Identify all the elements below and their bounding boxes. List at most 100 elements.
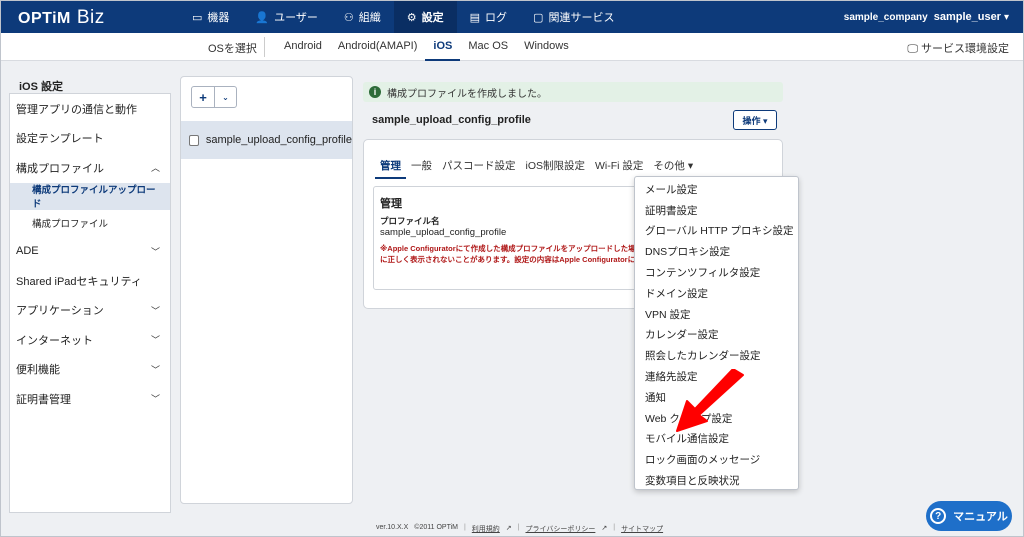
- menu-item-subscribed-calendar[interactable]: 照会したカレンダー設定: [635, 345, 798, 366]
- log-icon: ▤: [469, 11, 481, 24]
- chevron-up-icon: ︿: [150, 163, 160, 174]
- tab-management[interactable]: 管理: [375, 156, 406, 179]
- list-item[interactable]: sample_upload_config_profile: [181, 121, 352, 159]
- sidebar-item-app-communication[interactable]: 管理アプリの通信と動作: [10, 94, 170, 124]
- sidebar-item-profile-upload[interactable]: 構成プロファイルアップロード: [10, 182, 170, 210]
- profile-list-panel: + ⌄ sample_upload_config_profile: [180, 76, 353, 504]
- nav-devices[interactable]: ▭ 機器: [179, 1, 242, 33]
- external-link-icon: ↗: [601, 525, 608, 532]
- menu-item-mail[interactable]: メール設定: [635, 179, 798, 200]
- sidebar-title: iOS 設定: [19, 81, 64, 93]
- section-title: 管理: [380, 198, 402, 210]
- menu-item-lock-screen-message[interactable]: ロック画面のメッセージ: [635, 449, 798, 470]
- menu-item-calendar[interactable]: カレンダー設定: [635, 325, 798, 346]
- divider: |: [613, 524, 616, 531]
- add-menu-chevron-icon[interactable]: ⌄: [214, 87, 236, 107]
- sidebar-item-config-profiles[interactable]: 構成プロファイル ︿: [10, 153, 170, 183]
- menu-item-certificate[interactable]: 証明書設定: [635, 200, 798, 221]
- chevron-down-icon: ﹀: [150, 364, 160, 375]
- chevron-down-icon: ﹀: [150, 246, 160, 257]
- sitemap-link[interactable]: サイトマップ: [621, 524, 663, 534]
- menu-item-dns-proxy[interactable]: DNSプロキシ設定: [635, 241, 798, 262]
- nav-organization[interactable]: ⚇ 組織: [331, 1, 394, 33]
- nav-settings[interactable]: ⚙ 設定: [393, 1, 457, 33]
- version-text: ver.10.X.X: [376, 524, 409, 531]
- monitor-icon: 🖵: [907, 43, 921, 55]
- sidebar-item-shared-ipad[interactable]: Shared iPadセキュリティ: [10, 266, 170, 296]
- warning-text: ※Apple Configuratorにて作成した構成プロファイルをアップロード…: [380, 244, 644, 253]
- tab-passcode[interactable]: パスコード設定: [437, 156, 521, 179]
- privacy-link[interactable]: プライバシーポリシー: [526, 524, 596, 534]
- info-icon: i: [369, 86, 381, 98]
- divider: |: [517, 524, 520, 531]
- warning-text: に正しく表示されないことがあります。設定の内容はApple Configurat…: [380, 255, 643, 264]
- service-label: サービス環境設定: [921, 43, 1009, 55]
- logo-sub: Biz: [76, 7, 105, 28]
- gear-icon: ⚙: [406, 11, 417, 24]
- org-icon: ⚇: [343, 11, 354, 24]
- copyright-text: ©2011 OPTiM: [414, 524, 458, 531]
- menu-item-domain[interactable]: ドメイン設定: [635, 283, 798, 304]
- add-button[interactable]: +: [192, 87, 214, 107]
- device-icon: ▭: [192, 11, 203, 24]
- tab-general[interactable]: 一般: [406, 156, 437, 179]
- menu-item-variables[interactable]: 変数項目と反映状況: [635, 470, 798, 491]
- tab-macos[interactable]: Mac OS: [460, 33, 516, 61]
- sidebar-item-label: 設定テンプレート: [16, 133, 104, 146]
- nav-label: 設定: [421, 12, 444, 24]
- sidebar-item-templates[interactable]: 設定テンプレート: [10, 124, 170, 154]
- chevron-down-icon: ﹀: [150, 394, 160, 405]
- tab-windows[interactable]: Windows: [516, 33, 577, 61]
- nav-label: 関連サービス: [548, 12, 615, 24]
- user-icon: 👤: [255, 11, 270, 24]
- terms-link[interactable]: 利用規約: [472, 524, 500, 534]
- field-label: プロファイル名: [380, 216, 440, 226]
- tab-ios[interactable]: iOS: [425, 33, 461, 61]
- other-settings-dropdown: メール設定 証明書設定 グローバル HTTP プロキシ設定 DNSプロキシ設定 …: [634, 176, 799, 490]
- sidebar-item-label: 証明書管理: [16, 393, 71, 406]
- sidebar-item-label: ADE: [16, 245, 39, 258]
- nav-label: 組織: [358, 12, 381, 24]
- sidebar-item-applications[interactable]: アプリケーション ﹀: [10, 296, 170, 326]
- tab-ios-restrictions[interactable]: iOS制限設定: [521, 156, 591, 179]
- account-menu[interactable]: sample_company sample_user ▾: [844, 11, 1009, 23]
- service-settings-link[interactable]: 🖵 サービス環境設定: [907, 40, 1009, 56]
- list-item-label: sample_upload_config_profile: [205, 134, 352, 146]
- sidebar-item-utilities[interactable]: 便利機能 ﹀: [10, 355, 170, 385]
- row-checkbox[interactable]: [189, 134, 199, 146]
- chevron-down-icon: ﹀: [150, 335, 160, 346]
- tab-android-amapi[interactable]: Android(AMAPI): [330, 33, 425, 61]
- user-name: sample_user: [933, 11, 1001, 23]
- sidebar-item-certificates[interactable]: 証明書管理 ﹀: [10, 384, 170, 414]
- sidebar-item-internet[interactable]: インターネット ﹀: [10, 325, 170, 355]
- sidebar: 管理アプリの通信と動作 設定テンプレート 構成プロファイル ︿ 構成プロファイルア…: [9, 93, 171, 513]
- sidebar-item-profile[interactable]: 構成プロファイル: [10, 210, 170, 237]
- operations-button[interactable]: 操作 ▾: [733, 110, 777, 130]
- profile-title: sample_upload_config_profile: [372, 114, 531, 126]
- menu-item-http-proxy[interactable]: グローバル HTTP プロキシ設定: [635, 221, 798, 242]
- manual-button[interactable]: ? マニュアル: [926, 501, 1012, 531]
- success-toast: i 構成プロファイルを作成しました。: [363, 82, 783, 102]
- sidebar-item-label: アプリケーション: [16, 305, 104, 318]
- nav-related-services[interactable]: ▢ 関連サービス: [520, 1, 627, 33]
- question-icon: ?: [930, 508, 947, 524]
- external-link-icon: ↗: [505, 525, 512, 532]
- sidebar-item-label: 便利機能: [16, 364, 60, 377]
- menu-item-vpn[interactable]: VPN 設定: [635, 304, 798, 325]
- red-arrow-annotation: [676, 369, 744, 432]
- company-name: sample_company: [843, 12, 928, 23]
- sidebar-item-ade[interactable]: ADE ﹀: [10, 237, 170, 267]
- optim-biz-logo[interactable]: OPTiM Biz: [18, 7, 105, 29]
- nav-users[interactable]: 👤 ユーザー: [242, 1, 330, 33]
- os-tabs: Android Android(AMAPI) iOS Mac OS Window…: [276, 33, 577, 61]
- os-select-label: OSを選択: [208, 43, 257, 55]
- logo-main: OPTiM: [18, 10, 71, 27]
- nav-label: 機器: [207, 12, 230, 24]
- nav-label: ユーザー: [274, 12, 318, 24]
- field-value: sample_upload_config_profile: [380, 227, 507, 238]
- nav-logs[interactable]: ▤ ログ: [457, 1, 520, 33]
- manual-label: マニュアル: [953, 511, 1008, 523]
- tab-android[interactable]: Android: [276, 33, 330, 61]
- menu-item-content-filter[interactable]: コンテンツフィルタ設定: [635, 262, 798, 283]
- sidebar-item-label: 管理アプリの通信と動作: [16, 103, 137, 116]
